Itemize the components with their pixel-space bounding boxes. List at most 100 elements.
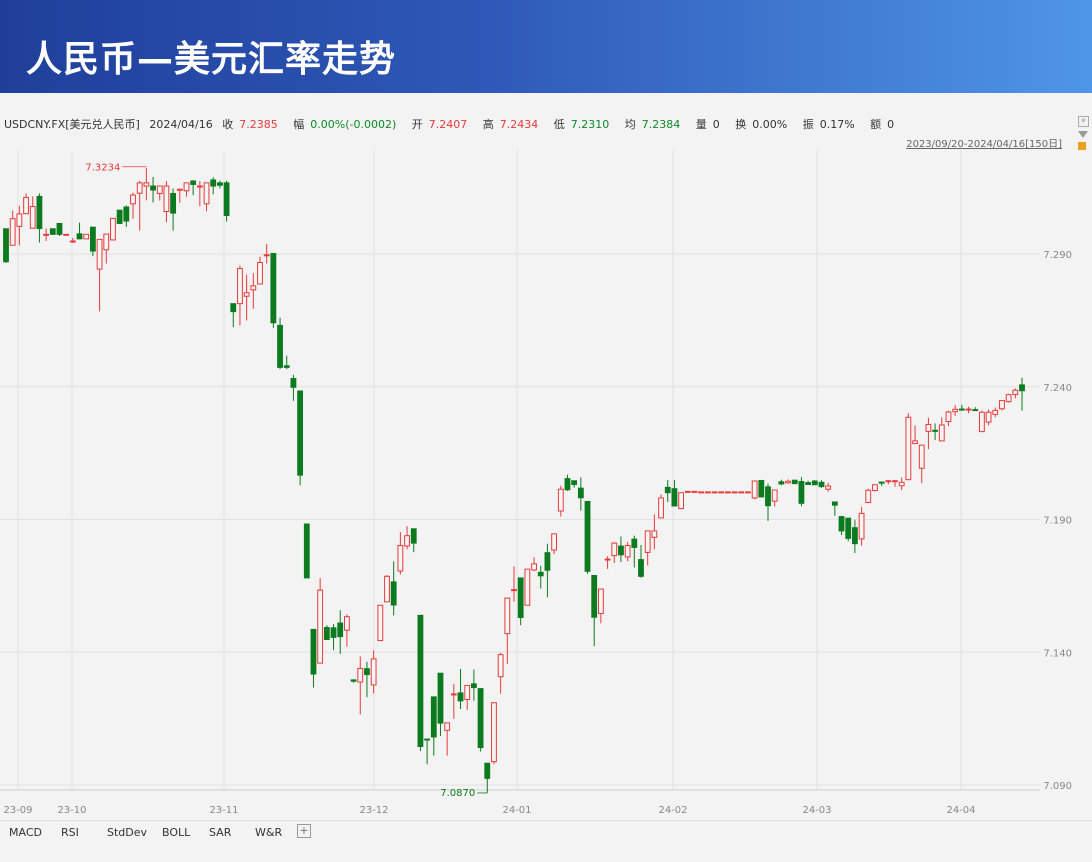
candle-body: [658, 497, 664, 519]
candle-body: [477, 688, 484, 749]
candle-body: [377, 604, 384, 642]
candle-body: [845, 517, 852, 539]
candle-body: [905, 416, 912, 481]
candle-body: [724, 491, 731, 494]
candle-body: [163, 185, 170, 213]
candle-body: [76, 233, 83, 240]
candle-body: [838, 516, 845, 532]
candle-body: [691, 490, 698, 493]
candle-body: [591, 575, 598, 618]
page-title: 人民币—美元汇率走势: [26, 39, 397, 80]
settings-icon[interactable]: ⚙: [1078, 116, 1089, 127]
candle-body: [584, 500, 591, 572]
candlestick-chart[interactable]: 7.290 7.240 7.190 7.140 7.090 23-09 23-10 23-11…: [0, 150, 1092, 820]
add-indicator-icon[interactable]: +: [297, 824, 311, 838]
change-value: 0.00%(-0.0002): [310, 118, 397, 131]
max-price-label: 7.3234: [85, 163, 120, 174]
candle-body: [511, 589, 517, 592]
quote-date: 2024/04/16: [149, 118, 213, 131]
candle-body: [156, 185, 163, 194]
candle-body: [9, 218, 16, 246]
tab-stddev[interactable]: StdDev: [107, 826, 147, 839]
candle-body: [785, 480, 791, 484]
candle-body: [745, 491, 751, 494]
tab-boll[interactable]: BOLL: [162, 826, 190, 839]
candle-body: [932, 429, 939, 432]
candle-body: [978, 411, 985, 433]
x-tick-label: 23-09: [3, 805, 32, 816]
candle-body: [417, 614, 424, 748]
candle-body: [230, 303, 237, 313]
candle-body: [551, 533, 558, 551]
candle-body: [176, 188, 183, 191]
candle-body: [130, 194, 136, 205]
candle-body: [992, 409, 999, 415]
candle-body: [791, 479, 798, 485]
candle-body: [150, 185, 156, 191]
date-range-label[interactable]: 2023/09/20-2024/04/16[150日]: [906, 135, 1062, 150]
tab-rsi[interactable]: RSI: [61, 826, 79, 839]
tab-sar[interactable]: SAR: [209, 826, 231, 839]
candle-body: [69, 240, 76, 243]
candle-body: [925, 423, 932, 432]
candle-body: [678, 492, 685, 510]
candle-body: [196, 185, 203, 188]
candle-body: [29, 205, 36, 229]
candle-body: [404, 535, 410, 547]
tab-macd[interactable]: MACD: [9, 826, 42, 839]
candle-body: [143, 182, 150, 187]
candle-body: [364, 668, 370, 676]
candle-body: [718, 491, 725, 494]
candle-body: [370, 658, 377, 686]
candle-body: [397, 545, 404, 572]
candle-body: [557, 488, 564, 512]
change-label: 幅: [293, 118, 305, 131]
candle-body: [210, 179, 217, 187]
candle-body: [544, 552, 551, 571]
candle-body: [798, 481, 805, 504]
candle-body: [203, 182, 210, 205]
candle-body: [611, 542, 618, 557]
candle-body: [16, 213, 23, 227]
candle-body: [758, 479, 765, 498]
y-tick-label: 7.140: [1043, 648, 1072, 659]
candle-body: [577, 487, 584, 499]
indicator-toolbar: MACD RSI StdDev BOLL SAR W&R +: [0, 820, 1092, 845]
amplitude-label: 振: [802, 118, 814, 131]
x-tick-label: 23-11: [209, 805, 238, 816]
avg-label: 均: [624, 118, 636, 131]
candle-body: [49, 228, 56, 235]
candle-body: [918, 444, 925, 469]
candle-body: [938, 424, 945, 442]
lock-icon[interactable]: [1078, 142, 1086, 150]
candle-body: [430, 696, 437, 738]
candle-body: [851, 527, 858, 545]
candle-body: [56, 222, 63, 235]
candle-body: [858, 512, 865, 540]
tab-wr[interactable]: W&R: [255, 826, 282, 839]
candle-body: [771, 489, 778, 502]
dropdown-triangle-icon[interactable]: [1078, 131, 1088, 138]
high-label: 高: [482, 118, 494, 131]
candle-body: [103, 233, 110, 251]
candle-body: [136, 182, 143, 194]
candle-body: [444, 722, 451, 731]
candle-body: [738, 491, 745, 494]
quote-info-bar: USDCNY.FX[美元兑人民币] 2024/04/16 收 7.2385 幅 0.…: [4, 116, 906, 132]
symbol-label[interactable]: USDCNY.FX[美元兑人民币]: [4, 118, 140, 131]
candle-body: [711, 491, 718, 494]
candle-body: [437, 672, 444, 724]
candle-body: [257, 261, 263, 285]
candle-body: [811, 480, 818, 486]
x-tick-label: 24-04: [946, 805, 975, 816]
open-value: 7.2407: [428, 118, 468, 131]
candle-body: [985, 411, 992, 423]
candle-body: [504, 597, 511, 635]
candle-body: [898, 481, 905, 487]
candle-body: [116, 209, 123, 224]
candle-body: [170, 192, 177, 214]
candle-body: [531, 563, 537, 571]
candle-body: [765, 486, 771, 507]
volume-value: 0: [712, 118, 720, 131]
candle-body: [517, 577, 524, 618]
